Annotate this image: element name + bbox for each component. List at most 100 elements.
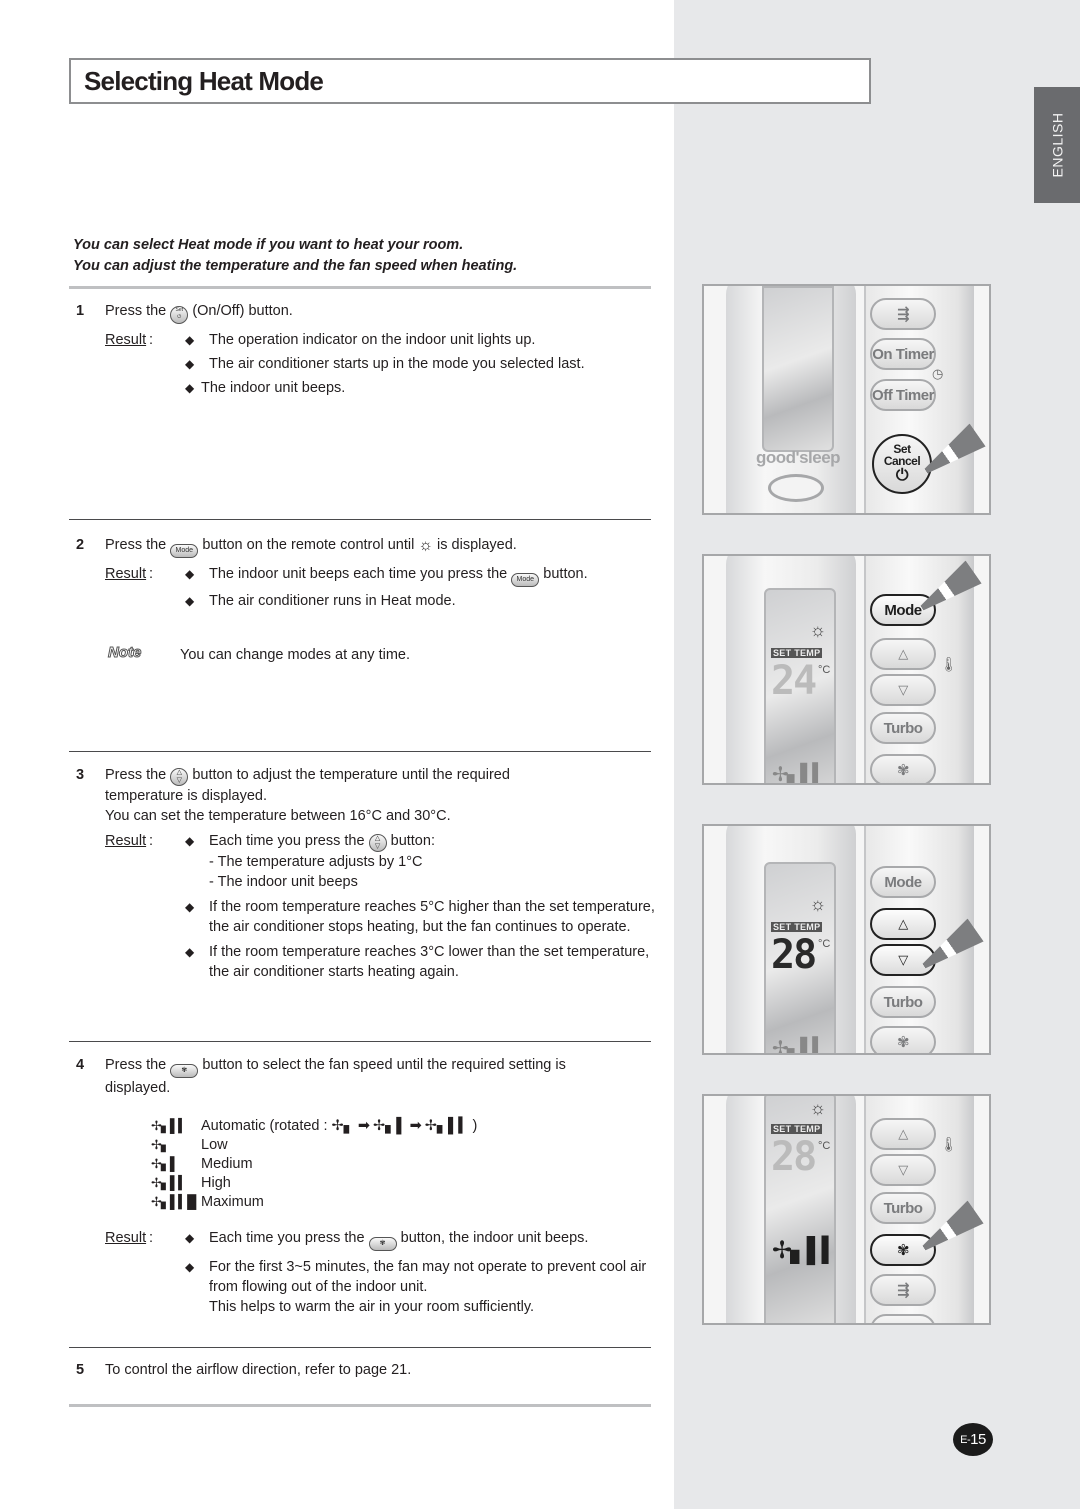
fan-level-icon: ✢▖▌▍: [772, 1038, 828, 1055]
unit-label: °C: [818, 1140, 831, 1152]
remote-illustration-step-3: ☼ SET TEMP 28 °C ✢▖▌▍ Mode △ ▽ Turbo ✾: [702, 824, 991, 1055]
result-label: Result: [105, 833, 147, 849]
fan-speed-button-icon: ✾: [170, 1064, 199, 1078]
arrow-icon: ➡: [357, 1117, 370, 1134]
note: Note You can change modes at any time.: [76, 644, 656, 665]
fan-button: ✾: [870, 1026, 936, 1053]
fan-high-icon: ✢▖▌▍: [424, 1117, 470, 1134]
result-list: Each time you press the ✾ button, the in…: [185, 1228, 656, 1317]
result-item: For the first 3~5 minutes, the fan may n…: [185, 1257, 656, 1297]
temp-down-button: ▽: [870, 674, 936, 706]
fan-speed-list: ✢▖▌▍ Automatic (rotated : ✢▖ ➡ ✢▖▌ ➡ ✢▖▌…: [151, 1116, 656, 1211]
fan-level-icon: ✢▖▌▍: [772, 764, 828, 785]
step-2: 2 Press the Mode button on the remote co…: [76, 535, 656, 665]
step-instruction: Press the Set ⏻ (On/Off) button.: [105, 301, 656, 324]
divider: [69, 1404, 651, 1407]
divider: [69, 751, 651, 752]
fan-medium-icon: ✢▖▌: [151, 1155, 179, 1171]
sun-heat-icon: ☼: [809, 620, 827, 640]
step-3: 3 Press the △ ▽ button to adjust the temp…: [76, 765, 656, 986]
power-icon: ⏻: [895, 467, 909, 484]
swing-button: ⇶: [870, 298, 936, 330]
fan-low-icon: ✢▖: [151, 1136, 171, 1152]
temp-down-button: ▽: [870, 1154, 936, 1186]
result-item: The indoor unit beeps each time you pres…: [185, 564, 656, 587]
temp-up-button: △: [870, 638, 936, 670]
divider: [69, 1347, 651, 1348]
temp-up-button: △: [870, 1118, 936, 1150]
set-temp-label: SET TEMP: [771, 1124, 823, 1134]
step-number: 2: [76, 537, 85, 553]
set-cancel-power-button: Set Cancel ⏻: [872, 434, 932, 494]
temperature-readout: 28: [771, 932, 817, 978]
temperature-up-down-button-icon: △ ▽: [368, 834, 387, 852]
intro-line-2: You can adjust the temperature and the f…: [73, 257, 518, 274]
remote-display: ☼ SET TEMP 28 °C ✢▖▌▍: [764, 862, 836, 1055]
fan-level-icon: ✢▖▌▍: [772, 1237, 840, 1264]
temp-down-button: ▽: [870, 944, 936, 976]
result-block: Result: The operation indicator on the i…: [105, 330, 656, 398]
mode-button-icon: Mode: [511, 573, 540, 587]
divider: [69, 286, 651, 289]
fan-low-icon: ✢▖: [331, 1117, 355, 1134]
set-temp-label: SET TEMP: [771, 922, 823, 932]
clock-icon: ◷: [932, 366, 944, 381]
thermometer-icon: 🌡: [940, 656, 958, 672]
fan-maximum-icon: ✢▖▌▍█: [151, 1193, 196, 1209]
title-box: Selecting Heat Mode: [69, 58, 871, 104]
remote-display: ☼ SET TEMP 28 °C ✢▖▌▍: [764, 1096, 840, 1323]
intro: You can select Heat mode if you want to …: [73, 235, 517, 276]
result-item: If the room temperature reaches 5°C high…: [185, 897, 656, 937]
unit-label: °C: [818, 664, 831, 676]
mode-button: Mode: [870, 594, 936, 626]
fan-speed-item: ✢▖ Low: [151, 1136, 228, 1153]
result-item: Each time you press the △▽ button: - The…: [185, 831, 656, 892]
step-1: 1 Press the Set ⏻ (On/Off) button. Result…: [76, 301, 656, 402]
result-list: The operation indicator on the indoor un…: [185, 330, 656, 398]
off-timer-button: Off Timer: [870, 379, 936, 411]
sun-heat-icon: ☼: [809, 1098, 827, 1118]
result-item: The operation indicator on the indoor un…: [185, 330, 656, 350]
step-number: 5: [76, 1362, 85, 1378]
intro-line-1: You can select Heat mode if you want to …: [73, 237, 464, 253]
result-block: Result: Each time you press the ✾ button…: [105, 1228, 656, 1317]
step-instruction: Press the △ ▽ button to adjust the temper…: [105, 767, 510, 824]
divider: [69, 519, 651, 520]
fan-speed-item: ✢▖▌▍ Automatic (rotated : ✢▖ ➡ ✢▖▌ ➡ ✢▖▌…: [151, 1117, 478, 1134]
result-item-continued: This helps to warm the air in your room …: [209, 1299, 535, 1315]
step-number: 3: [76, 767, 85, 783]
fan-button: ✾: [870, 754, 936, 783]
step-instruction: To control the airflow direction, refer …: [105, 1362, 412, 1378]
arrow-icon: ➡: [409, 1117, 422, 1134]
oval-button: [768, 474, 824, 502]
note-text: You can change modes at any time.: [180, 647, 411, 663]
step-number: 4: [76, 1057, 85, 1073]
temperature-up-down-button-icon: △ ▽: [170, 768, 189, 786]
step-instruction: Press the ✾ button to select the fan spe…: [105, 1057, 566, 1096]
fan-speed-item: ✢▖▌ Medium: [151, 1155, 253, 1172]
result-item: Each time you press the ✾ button, the in…: [185, 1228, 656, 1251]
result-item: If the room temperature reaches 3°C lowe…: [185, 942, 656, 982]
mode-button: Mode: [870, 866, 936, 898]
note-label: Note: [107, 644, 142, 662]
fan-speed-button-icon: ✾: [368, 1237, 397, 1251]
set-cancel-power-button-icon: Set ⏻: [170, 306, 189, 324]
remote-display: [762, 286, 834, 452]
remote-illustration-step-1: good'sleep ⇶ On Timer ◷ Off Timer Set Ca…: [702, 284, 991, 515]
on-timer-button: On Timer: [870, 1314, 936, 1323]
page-number: 15: [970, 1431, 986, 1448]
sun-heat-icon: ☼: [418, 537, 434, 554]
fan-high-icon: ✢▖▌▍: [151, 1174, 188, 1190]
remote-illustration-step-2: ☼ SET TEMP 24 °C ✢▖▌▍ Mode △ ▽ 🌡 Turbo ✾: [702, 554, 991, 785]
temp-up-button: △: [870, 908, 936, 940]
page-number-badge: E- 15: [953, 1423, 993, 1456]
sun-heat-icon: ☼: [809, 894, 827, 914]
turbo-button: Turbo: [870, 986, 936, 1018]
mode-button-icon: Mode: [170, 544, 199, 558]
result-block: Result: The indoor unit beeps each time …: [105, 564, 656, 611]
set-temp-label: SET TEMP: [771, 648, 823, 658]
on-timer-button: On Timer: [870, 338, 936, 370]
result-list: Each time you press the △▽ button: - The…: [185, 831, 656, 982]
step-4: 4 Press the ✾ button to select the fan s…: [76, 1055, 656, 1317]
brand-label: good'sleep: [756, 448, 841, 467]
